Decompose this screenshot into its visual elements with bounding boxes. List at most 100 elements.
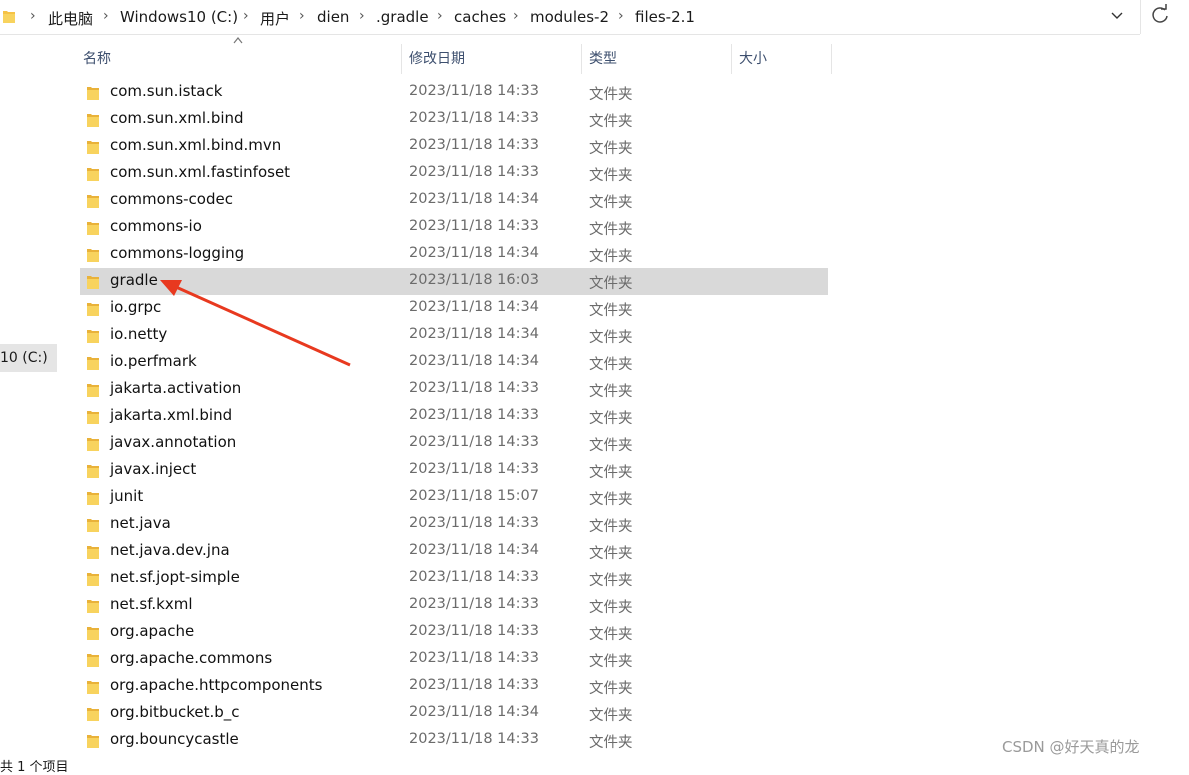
breadcrumb-item[interactable]: caches <box>454 8 506 26</box>
modified-date: 2023/11/18 14:33 <box>409 137 539 153</box>
modified-date: 2023/11/18 14:33 <box>409 731 539 747</box>
modified-date: 2023/11/18 14:33 <box>409 461 539 477</box>
table-row[interactable]: commons-codec 2023/11/18 14:34 文件夹 <box>80 187 828 214</box>
file-name[interactable]: com.sun.xml.bind.mvn <box>110 136 281 154</box>
chevron-right-icon[interactable]: › <box>618 8 624 24</box>
file-name[interactable]: net.sf.jopt-simple <box>110 568 240 586</box>
file-name[interactable]: net.sf.kxml <box>110 595 193 613</box>
modified-date: 2023/11/18 14:33 <box>409 110 539 126</box>
file-type: 文件夹 <box>589 438 633 454</box>
file-type: 文件夹 <box>589 195 633 211</box>
chevron-right-icon[interactable]: › <box>103 8 109 24</box>
breadcrumb-item[interactable]: Windows10 (C:) <box>120 8 238 26</box>
file-name[interactable]: com.sun.istack <box>110 82 222 100</box>
breadcrumb-item[interactable]: 此电脑 <box>48 8 93 29</box>
folder-icon <box>86 409 100 425</box>
chevron-right-icon[interactable]: › <box>243 8 249 24</box>
chevron-right-icon[interactable]: › <box>359 8 365 24</box>
table-row[interactable]: jakarta.xml.bind 2023/11/18 14:33 文件夹 <box>80 403 828 430</box>
file-name[interactable]: jakarta.activation <box>110 379 241 397</box>
chevron-right-icon[interactable]: › <box>437 8 443 24</box>
file-name[interactable]: javax.annotation <box>110 433 236 451</box>
table-row[interactable]: net.java 2023/11/18 14:33 文件夹 <box>80 511 828 538</box>
sort-ascending-icon <box>233 36 243 47</box>
breadcrumb-item[interactable]: .gradle <box>376 8 429 26</box>
file-name[interactable]: org.bitbucket.b_c <box>110 703 240 721</box>
file-name[interactable]: net.java <box>110 514 171 532</box>
folder-icon <box>86 706 100 722</box>
file-name[interactable]: commons-codec <box>110 190 233 208</box>
file-name[interactable]: commons-logging <box>110 244 244 262</box>
table-row[interactable]: org.bouncycastle 2023/11/18 14:33 文件夹 <box>80 727 828 754</box>
file-type: 文件夹 <box>589 411 633 427</box>
folder-icon <box>86 652 100 668</box>
table-row[interactable]: commons-io 2023/11/18 14:33 文件夹 <box>80 214 828 241</box>
file-type: 文件夹 <box>589 222 633 238</box>
column-divider[interactable] <box>401 44 402 74</box>
file-name[interactable]: org.apache <box>110 622 194 640</box>
folder-icon <box>86 490 100 506</box>
table-row[interactable]: junit 2023/11/18 15:07 文件夹 <box>80 484 828 511</box>
address-bar[interactable]: › 此电脑 › Windows10 (C:) › 用户 › dien › .gr… <box>0 0 1140 35</box>
folder-icon <box>86 112 100 128</box>
breadcrumb-item[interactable]: files-2.1 <box>635 8 695 26</box>
file-name[interactable]: com.sun.xml.bind <box>110 109 244 127</box>
folder-icon <box>86 571 100 587</box>
column-divider[interactable] <box>731 44 732 74</box>
nav-item-label: 10 (C:) <box>0 350 48 366</box>
file-name[interactable]: jakarta.xml.bind <box>110 406 232 424</box>
file-name[interactable]: junit <box>110 487 143 505</box>
modified-date: 2023/11/18 14:33 <box>409 164 539 180</box>
folder-icon <box>86 382 100 398</box>
file-name[interactable]: org.apache.httpcomponents <box>110 676 323 694</box>
file-name[interactable]: org.bouncycastle <box>110 730 239 748</box>
file-name[interactable]: org.apache.commons <box>110 649 272 667</box>
breadcrumb-item[interactable]: dien <box>317 8 349 26</box>
table-row[interactable]: org.apache 2023/11/18 14:33 文件夹 <box>80 619 828 646</box>
column-divider[interactable] <box>831 44 832 74</box>
file-type: 文件夹 <box>589 276 633 292</box>
file-type: 文件夹 <box>589 384 633 400</box>
file-name[interactable]: com.sun.xml.fastinfoset <box>110 163 290 181</box>
chevron-right-icon[interactable]: › <box>513 8 519 24</box>
file-type: 文件夹 <box>589 303 633 319</box>
file-type: 文件夹 <box>589 708 633 724</box>
folder-icon <box>86 139 100 155</box>
table-row[interactable]: org.apache.commons 2023/11/18 14:33 文件夹 <box>80 646 828 673</box>
table-row[interactable]: com.sun.xml.bind.mvn 2023/11/18 14:33 文件夹 <box>80 133 828 160</box>
chevron-right-icon[interactable]: › <box>299 8 305 24</box>
table-row[interactable]: net.sf.kxml 2023/11/18 14:33 文件夹 <box>80 592 828 619</box>
table-row[interactable]: org.bitbucket.b_c 2023/11/18 14:34 文件夹 <box>80 700 828 727</box>
table-row[interactable]: net.java.dev.jna 2023/11/18 14:34 文件夹 <box>80 538 828 565</box>
folder-icon <box>86 733 100 749</box>
table-row[interactable]: org.apache.httpcomponents 2023/11/18 14:3… <box>80 673 828 700</box>
folder-icon <box>86 544 100 560</box>
table-row[interactable]: com.sun.istack 2023/11/18 14:33 文件夹 <box>80 79 828 106</box>
modified-date: 2023/11/18 14:34 <box>409 353 539 369</box>
file-type: 文件夹 <box>589 465 633 481</box>
column-header-size[interactable]: 大小 <box>739 44 767 74</box>
folder-icon <box>86 463 100 479</box>
breadcrumb-item[interactable]: modules-2 <box>530 8 609 26</box>
table-row[interactable]: commons-logging 2023/11/18 14:34 文件夹 <box>80 241 828 268</box>
file-type: 文件夹 <box>589 519 633 535</box>
table-row[interactable]: com.sun.xml.bind 2023/11/18 14:33 文件夹 <box>80 106 828 133</box>
column-header-date[interactable]: 修改日期 <box>409 44 465 74</box>
file-name[interactable]: net.java.dev.jna <box>110 541 230 559</box>
table-row[interactable]: javax.annotation 2023/11/18 14:33 文件夹 <box>80 430 828 457</box>
divider <box>1140 0 1141 34</box>
file-name[interactable]: javax.inject <box>110 460 196 478</box>
breadcrumb-item[interactable]: 用户 <box>260 8 290 29</box>
folder-icon <box>86 517 100 533</box>
table-row[interactable]: javax.inject 2023/11/18 14:33 文件夹 <box>80 457 828 484</box>
table-row[interactable]: jakarta.activation 2023/11/18 14:33 文件夹 <box>80 376 828 403</box>
column-header-type[interactable]: 类型 <box>589 44 617 74</box>
table-row[interactable]: net.sf.jopt-simple 2023/11/18 14:33 文件夹 <box>80 565 828 592</box>
nav-item-drive-c[interactable]: 10 (C:) <box>0 344 57 372</box>
table-row[interactable]: com.sun.xml.fastinfoset 2023/11/18 14:33 文… <box>80 160 828 187</box>
column-header-name[interactable]: 名称 <box>83 44 111 74</box>
refresh-icon[interactable] <box>1150 4 1170 31</box>
column-divider[interactable] <box>581 44 582 74</box>
file-name[interactable]: commons-io <box>110 217 202 235</box>
chevron-down-icon[interactable] <box>1110 8 1124 26</box>
